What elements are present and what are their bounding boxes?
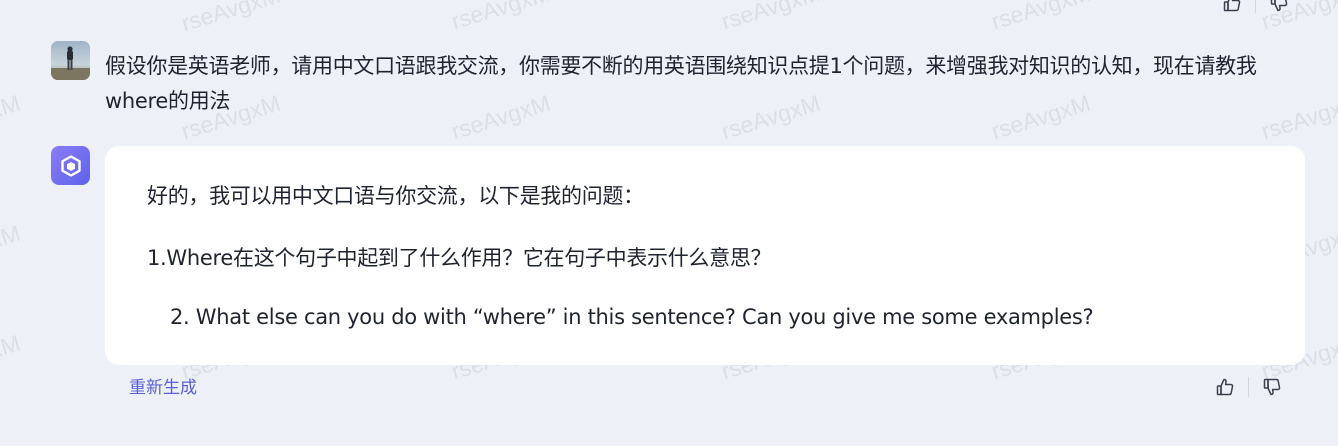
feedback-bar — [1214, 376, 1283, 398]
thumbs-up-icon[interactable] — [1221, 0, 1243, 14]
watermark-text: rseAvgxM — [0, 329, 24, 385]
thumbs-down-icon[interactable] — [1261, 376, 1283, 398]
user-message-text: 假设你是英语老师，请用中文口语跟我交流，你需要不断的用英语围绕知识点提1个问题，… — [105, 54, 1257, 113]
regenerate-button[interactable]: 重新生成 — [129, 376, 197, 400]
assistant-message-card: 好的，我可以用中文口语与你交流，以下是我的问题： 1.Where在这个句子中起到… — [105, 146, 1305, 365]
thumbs-down-icon[interactable] — [1268, 0, 1290, 14]
watermark-text: rseAvgxM — [448, 0, 554, 35]
user-avatar — [51, 41, 90, 80]
watermark-text: rseAvgxM — [718, 0, 824, 35]
assistant-message-line: 2. What else can you do with “where” in … — [170, 305, 1094, 329]
divider — [1248, 377, 1249, 397]
assistant-message-line: 1.Where在这个句子中起到了什么作用？它在句子中表示什么意思？ — [147, 246, 772, 270]
previous-feedback-bar — [1221, 0, 1290, 14]
watermark-text: rseAvgxM — [0, 89, 24, 145]
divider — [1255, 0, 1256, 13]
assistant-logo-icon — [60, 154, 81, 177]
thumbs-up-icon[interactable] — [1214, 376, 1236, 398]
assistant-message-line: 好的，我可以用中文口语与你交流，以下是我的问题： — [147, 184, 644, 208]
watermark-text: rseAvgxM — [0, 219, 24, 275]
watermark-text: rseAvgxM — [178, 0, 284, 37]
assistant-avatar — [51, 146, 90, 185]
watermark-text: rseAvgxM — [988, 0, 1094, 35]
